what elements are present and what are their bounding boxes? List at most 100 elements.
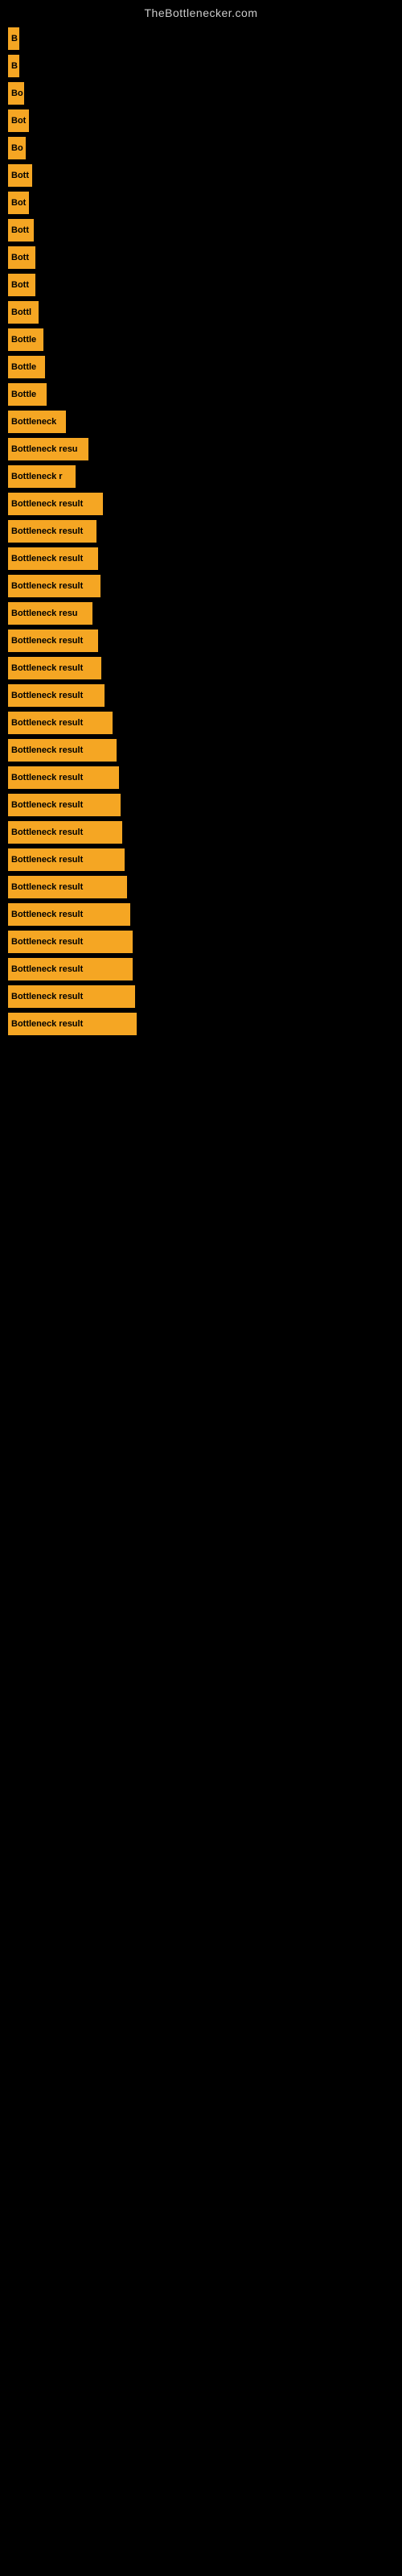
bar-label: Bottleneck result — [11, 937, 83, 947]
bar-row: Bottleneck — [0, 411, 402, 433]
bar: Bottleneck result — [8, 684, 105, 707]
bar-row: Bott — [0, 274, 402, 296]
bar-row: Bottleneck result — [0, 547, 402, 570]
bar: Bott — [8, 274, 35, 296]
bar: Bott — [8, 164, 32, 187]
bar-label: Bottl — [11, 308, 31, 317]
bar-label: Bottle — [11, 335, 36, 345]
bar: Bottleneck result — [8, 958, 133, 980]
bar: Bottleneck result — [8, 931, 133, 953]
bar-row: Bottleneck result — [0, 876, 402, 898]
bar-label: Bott — [11, 280, 29, 290]
bar: Bottleneck result — [8, 903, 130, 926]
bar-row: Bott — [0, 219, 402, 242]
bar: Bottleneck result — [8, 712, 113, 734]
bar-row: Bottleneck result — [0, 493, 402, 515]
bar: Bottl — [8, 301, 39, 324]
bar-label: Bottle — [11, 362, 36, 372]
bar-row: Bottle — [0, 383, 402, 406]
bar-row: Bottleneck result — [0, 739, 402, 762]
bar-row: Bottleneck result — [0, 520, 402, 543]
bar-label: Bott — [11, 253, 29, 262]
bar: Bottleneck result — [8, 1013, 137, 1035]
bar-label: Bottleneck result — [11, 800, 83, 810]
bar: Bottleneck — [8, 411, 66, 433]
bar: B — [8, 55, 19, 77]
bar-row: Bo — [0, 137, 402, 159]
bar-row: B — [0, 27, 402, 50]
bar-row: Bottleneck resu — [0, 602, 402, 625]
bar: Bot — [8, 192, 29, 214]
bar-label: Bottleneck resu — [11, 609, 78, 618]
bar: Bottleneck result — [8, 821, 122, 844]
bar-label: Bot — [11, 198, 26, 208]
bar: Bottleneck resu — [8, 602, 92, 625]
bar-label: Bottleneck result — [11, 1019, 83, 1029]
bar-row: Bottleneck result — [0, 657, 402, 679]
bar-row: Bottleneck resu — [0, 438, 402, 460]
bar-label: Bo — [11, 143, 23, 153]
bar-row: Bot — [0, 192, 402, 214]
bar-label: Bottleneck — [11, 417, 56, 427]
bar-row: Bottleneck result — [0, 931, 402, 953]
bar-label: Bottleneck result — [11, 663, 83, 673]
bar: Bo — [8, 137, 26, 159]
bar: B — [8, 27, 19, 50]
bar-row: Bottleneck result — [0, 903, 402, 926]
bar-label: Bottleneck result — [11, 691, 83, 700]
bar-row: Bottleneck result — [0, 575, 402, 597]
bar-label: Bottleneck result — [11, 636, 83, 646]
bar: Bottleneck result — [8, 520, 96, 543]
bar: Bo — [8, 82, 24, 105]
bar-row: Bottl — [0, 301, 402, 324]
bar-label: Bottleneck result — [11, 910, 83, 919]
bar-label: Bottleneck result — [11, 964, 83, 974]
bar-label: Bottleneck result — [11, 992, 83, 1001]
bar: Bott — [8, 246, 35, 269]
bar: Bottleneck result — [8, 630, 98, 652]
bar-row: Bott — [0, 164, 402, 187]
bar-row: Bott — [0, 246, 402, 269]
bar-row: Bo — [0, 82, 402, 105]
bar-label: Bot — [11, 116, 26, 126]
bar-label: Bottleneck result — [11, 526, 83, 536]
bar-row: Bottleneck result — [0, 684, 402, 707]
bar: Bottleneck r — [8, 465, 76, 488]
bar: Bottleneck result — [8, 547, 98, 570]
bar: Bottleneck result — [8, 985, 135, 1008]
bar-row: Bottleneck result — [0, 712, 402, 734]
bar: Bottleneck result — [8, 848, 125, 871]
bar: Bot — [8, 109, 29, 132]
bar-label: Bottleneck result — [11, 828, 83, 837]
bar-row: Bottleneck result — [0, 766, 402, 789]
bar-row: Bottleneck result — [0, 1013, 402, 1035]
bar-row: Bottleneck result — [0, 794, 402, 816]
bar-label: Bott — [11, 171, 29, 180]
bar: Bottleneck result — [8, 493, 103, 515]
bar-label: Bottleneck r — [11, 472, 63, 481]
bar-label: Bottleneck result — [11, 855, 83, 865]
bar: Bottleneck resu — [8, 438, 88, 460]
bar-label: Bottleneck result — [11, 882, 83, 892]
bar: Bott — [8, 219, 34, 242]
bar: Bottleneck result — [8, 657, 101, 679]
bar-label: Bottleneck result — [11, 745, 83, 755]
bar-label: B — [11, 34, 18, 43]
bar-row: Bottleneck result — [0, 848, 402, 871]
bar-label: B — [11, 61, 18, 71]
bar-row: B — [0, 55, 402, 77]
bar-row: Bottleneck result — [0, 958, 402, 980]
bar-label: Bottleneck result — [11, 718, 83, 728]
bar: Bottle — [8, 383, 47, 406]
bar-label: Bottleneck result — [11, 499, 83, 509]
bar: Bottle — [8, 328, 43, 351]
bar-row: Bottleneck r — [0, 465, 402, 488]
bar-label: Bottleneck result — [11, 554, 83, 564]
bar: Bottle — [8, 356, 45, 378]
bar-label: Bottleneck result — [11, 773, 83, 782]
bar-label: Bottle — [11, 390, 36, 399]
bars-container: B B Bo Bot Bo Bott Bot Bott Bott Bott Bottl Bottle B… — [0, 27, 402, 1035]
bar: Bottleneck result — [8, 575, 100, 597]
bar-label: Bottleneck resu — [11, 444, 78, 454]
bar-row: Bottleneck result — [0, 985, 402, 1008]
